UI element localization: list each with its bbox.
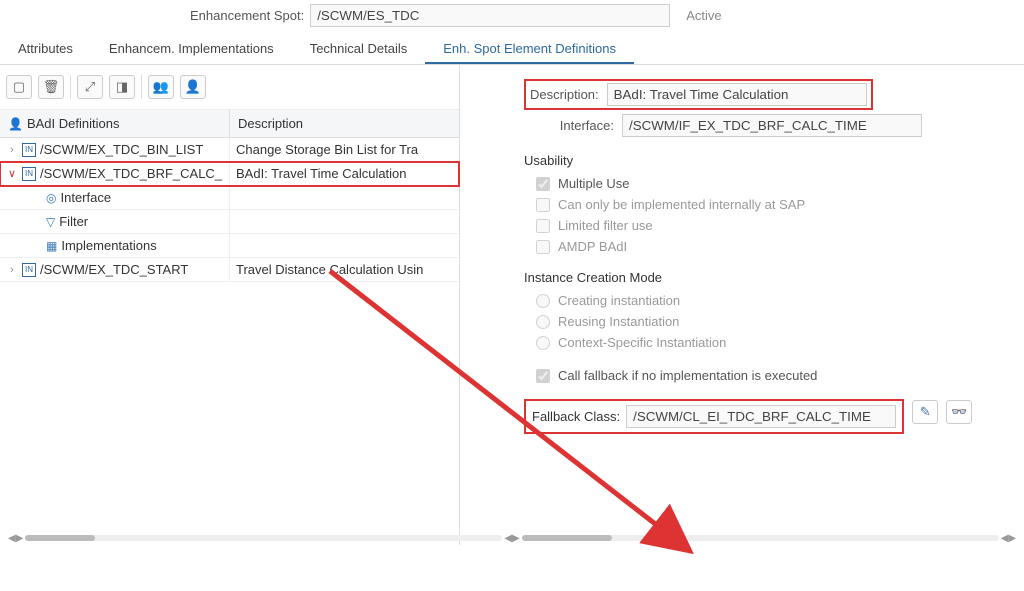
tab-enhancem-implementations[interactable]: Enhancem. Implementations [91, 35, 292, 64]
collapse-button[interactable]: ◨ [109, 75, 135, 99]
tree-header-desc: Description [230, 110, 459, 138]
amdp-badi-checkbox [536, 240, 550, 254]
reusing-radio [536, 315, 550, 329]
enhancement-spot-label: Enhancement Spot: [190, 8, 304, 23]
tree-row[interactable]: › IN/SCWM/EX_TDC_BIN_LIST Change Storage B… [0, 138, 459, 162]
tree-node-desc: Travel Distance Calculation Usin [230, 258, 459, 282]
implementations-icon: ▦ [46, 239, 57, 253]
tree-node-name: /SCWM/EX_TDC_START [40, 262, 188, 277]
badi-icon: IN [22, 143, 36, 157]
users-button[interactable]: 👥 [148, 75, 174, 99]
description-label: Description: [530, 87, 599, 102]
multiple-use-row[interactable]: Multiple Use [536, 176, 1016, 191]
header: Enhancement Spot: Active [0, 0, 1024, 35]
tree-node-name: /SCWM/EX_TDC_BRF_CALC_ [40, 166, 222, 181]
chevron-down-icon[interactable]: ∨ [6, 167, 18, 180]
call-fallback-checkbox [536, 369, 550, 383]
status-label: Active [686, 8, 721, 23]
internal-only-checkbox [536, 198, 550, 212]
amdp-badi-row[interactable]: AMDP BAdI [536, 239, 1016, 254]
chevron-right-icon[interactable]: › [6, 144, 18, 156]
context-radio [536, 336, 550, 350]
tree-node-desc [230, 210, 459, 234]
tree-node-name: Interface [60, 190, 111, 205]
context-row[interactable]: Context-Specific Instantiation [536, 335, 1016, 350]
create-button[interactable]: ▢ [6, 75, 32, 99]
tab-technical-details[interactable]: Technical Details [292, 35, 426, 64]
interface-field[interactable] [622, 114, 922, 137]
tree-node-desc: Change Storage Bin List for Tra [230, 138, 459, 162]
badi-icon: IN [22, 263, 36, 277]
fallback-class-field[interactable] [626, 405, 896, 428]
creating-row[interactable]: Creating instantiation [536, 293, 1016, 308]
display-button[interactable]: 👓 [946, 400, 972, 424]
call-fallback-row[interactable]: Call fallback if no implementation is ex… [536, 368, 1016, 383]
separator [70, 75, 71, 99]
reusing-row[interactable]: Reusing Instantiation [536, 314, 1016, 329]
internal-only-row[interactable]: Can only be implemented internally at SA… [536, 197, 1016, 212]
toolbar: ▢ 🗑 ⤢ ◨ 👥 👤 [0, 65, 459, 110]
multiple-use-checkbox [536, 177, 550, 191]
tabs: Attributes Enhancem. Implementations Tec… [0, 35, 1024, 65]
separator [141, 75, 142, 99]
interface-icon: ◎ [46, 191, 56, 205]
tree-row[interactable]: ∨ IN/SCWM/EX_TDC_BRF_CALC_ BAdI: Travel Ti… [0, 162, 459, 186]
edit-button[interactable]: ✎ [912, 400, 938, 424]
description-field[interactable] [607, 83, 867, 106]
interface-label: Interface: [524, 118, 614, 133]
creating-radio [536, 294, 550, 308]
tree-header-name: BAdI Definitions [27, 116, 120, 131]
tree-node-name: Filter [59, 214, 88, 229]
tree-node-desc: BAdI: Travel Time Calculation [230, 162, 459, 186]
person-icon: 👤 [8, 117, 23, 131]
tree-node-name: /SCWM/EX_TDC_BIN_LIST [40, 142, 203, 157]
chevron-right-icon[interactable]: › [6, 264, 18, 276]
tree-row[interactable]: ▽ Filter [0, 210, 459, 234]
fallback-class-label: Fallback Class: [532, 409, 620, 424]
badi-icon: IN [22, 167, 36, 181]
left-panel: ▢ 🗑 ⤢ ◨ 👥 👤 👤 BAdI Definitions Descripti… [0, 65, 460, 545]
right-panel: Description: Interface: Usability Multip… [460, 65, 1024, 545]
tab-attributes[interactable]: Attributes [0, 35, 91, 64]
filter-icon: ▽ [46, 215, 55, 229]
delete-button[interactable]: 🗑 [38, 75, 64, 99]
tree-node-desc [230, 186, 459, 210]
tree-row[interactable]: › IN/SCWM/EX_TDC_START Travel Distance Cal… [0, 258, 459, 282]
tree-header: 👤 BAdI Definitions Description [0, 110, 459, 138]
tab-element-definitions[interactable]: Enh. Spot Element Definitions [425, 35, 634, 64]
tree-node-name: Implementations [61, 238, 156, 253]
scroll-left-icon[interactable]: ◀▶ [6, 533, 25, 544]
tree-row[interactable]: ◎ Interface [0, 186, 459, 210]
tree-node-desc [230, 234, 459, 258]
tree-row[interactable]: ▦ Implementations [0, 234, 459, 258]
usability-title: Usability [524, 153, 1016, 168]
enhancement-spot-field[interactable] [310, 4, 670, 27]
tree-body: › IN/SCWM/EX_TDC_BIN_LIST Change Storage B… [0, 138, 459, 282]
limited-filter-row[interactable]: Limited filter use [536, 218, 1016, 233]
expand-button[interactable]: ⤢ [77, 75, 103, 99]
limited-filter-checkbox [536, 219, 550, 233]
user-button[interactable]: 👤 [180, 75, 206, 99]
instance-mode-title: Instance Creation Mode [524, 270, 1016, 285]
